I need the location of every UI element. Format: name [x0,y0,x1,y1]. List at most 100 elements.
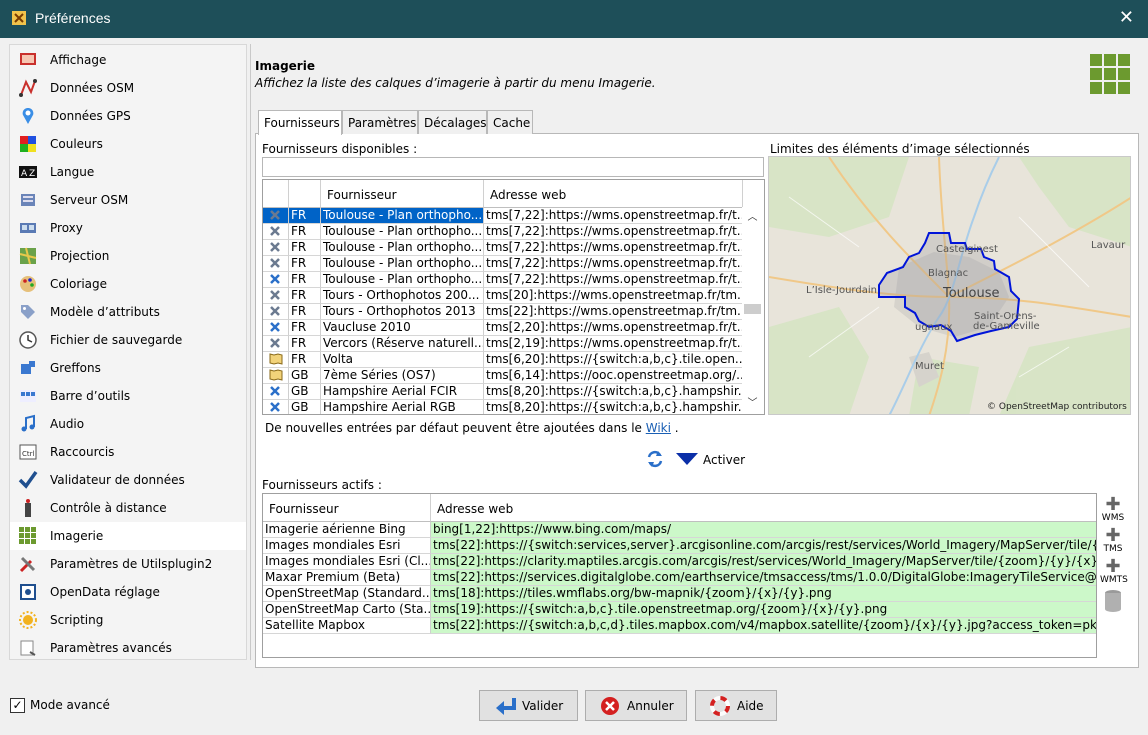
sidebar-item-raccourcis[interactable]: Ctrl Raccourcis [10,438,246,466]
cell-provider: Imagerie aérienne Bing [263,522,431,538]
sidebar-item-couleurs[interactable]: Couleurs [10,130,246,158]
column-header-icon[interactable] [263,180,289,208]
sidebar-item-opendata-r-glage[interactable]: OpenData réglage [10,578,246,606]
sidebar-item-audio[interactable]: Audio [10,410,246,438]
wms-cross-blue-icon [270,274,280,284]
column-header-provider[interactable]: Fournisseur [263,494,431,522]
bounds-map[interactable]: Castelginest Blagnac Toulouse L’Isle-Jou… [768,156,1131,415]
projection-icon [19,247,37,265]
sidebar-item-label: Paramètres de Utilsplugin2 [50,557,213,571]
sidebar-item-param-tres-de-utilsplugin2[interactable]: Paramètres de Utilsplugin2 [10,550,246,578]
wms-cross-icon [270,210,280,220]
cell-provider: Toulouse - Plan orthopho... [321,224,484,240]
cell-url: tms[20]:https://wms.openstreetmap.fr/tm.… [484,288,743,304]
wms-cross-icon [270,338,280,348]
cell-provider: OpenStreetMap (Standard... [263,586,431,602]
delete-trash-icon[interactable] [1104,589,1122,613]
sidebar-item-label: Couleurs [50,137,103,151]
cell-provider: Tours - Orthophotos 2013 [321,304,484,320]
cell-country: FR [289,320,321,336]
refresh-icon[interactable] [645,449,665,469]
lifebuoy-help-icon [710,696,730,716]
wms-cross-icon [270,242,280,252]
sidebar-item-donn-es-gps[interactable]: Données GPS [10,102,246,130]
cell-url: tms[8,20]:https://{switch:a,b,c}.hampshi… [486,400,743,414]
scroll-thumb[interactable] [744,304,761,314]
add-wms-button[interactable]: ✚ WMS [1100,496,1126,527]
cell-url: tms[19]:https://{switch:a,b,c}.tile.open… [431,602,1096,618]
cell-provider: Toulouse - Plan orthopho... [321,208,484,224]
cell-url: tms[7,22]:https://wms.openstreetmap.fr/t… [484,224,743,240]
column-header-url[interactable]: Adresse web [484,180,743,208]
valider-button[interactable]: Valider [479,690,578,721]
advanced-mode-checkbox[interactable]: ✓ Mode avancé [10,697,120,715]
available-scrollbar[interactable]: ︿ ﹀ [742,207,763,414]
keyboard-shortcut-icon: Ctrl [19,444,37,460]
sidebar-item-fichier-de-sauvegarde[interactable]: Fichier de sauvegarde [10,326,246,354]
column-header-country[interactable] [289,180,321,208]
sidebar-item-projection[interactable]: Projection [10,242,246,270]
sidebar-item-label: Serveur OSM [50,193,129,207]
sidebar-item-label: Greffons [50,361,101,375]
sidebar-item-greffons[interactable]: Greffons [10,354,246,382]
sidebar-item-validateur-de-donn-es[interactable]: Validateur de données [10,466,246,494]
scroll-up-icon[interactable]: ︿ [742,211,763,225]
map-place-muret: Muret [915,361,944,372]
sidebar-item-affichage[interactable]: Affichage [10,46,246,74]
sidebar-item-donn-es-osm[interactable]: Données OSM [10,74,246,102]
sidebar-item-param-tres-avanc-s[interactable]: Paramètres avancés [10,634,246,662]
annuler-button[interactable]: Annuler [585,690,687,721]
column-header-provider[interactable]: Fournisseur [321,180,484,208]
map-attribution: © OpenStreetMap contributors [987,402,1127,412]
sidebar-item-contr-le-distance[interactable]: Contrôle à distance [10,494,246,522]
tab-cache[interactable]: Cache [487,110,533,134]
cell-url: tms[22]:https://clarity.maptiles.arcgis.… [431,554,1097,570]
sidebar-item-imagerie[interactable]: Imagerie [10,522,246,550]
cell-url: tms[2,20]:https://wms.openstreetmap.fr/t… [484,320,743,336]
cell-provider: 7ème Séries (OS7) [321,368,484,384]
cell-country: FR [289,336,321,352]
aide-button[interactable]: Aide [695,690,777,721]
cell-url: tms[2,19]:https://wms.openstreetmap.fr/t… [484,336,743,352]
add-tms-button[interactable]: ✚ TMS [1100,527,1126,558]
checkmark-icon [18,470,38,489]
sidebar-item-barre-d-outils[interactable]: Barre d’outils [10,382,246,410]
sidebar-item-langue[interactable]: A Z Langue [10,158,246,186]
sidebar-item-label: Coloriage [50,277,108,291]
cell-url: tms[6,20]:https://{switch:a,b,c}.tile.op… [484,352,743,368]
cell-url: tms[22]:https://wms.openstreetmap.fr/tm.… [484,304,743,320]
cell-country: FR [289,304,321,320]
close-icon[interactable]: ✕ [1119,8,1134,28]
provider-filter-input[interactable] [262,157,764,177]
tab-parametres[interactable]: Paramètres [342,110,418,134]
map-place-lavaur: Lavaur [1091,240,1126,251]
activate-button[interactable]: Activer [676,450,756,468]
add-wmts-button[interactable]: ✚ WMTS [1100,558,1128,589]
sidebar-item-label: Contrôle à distance [50,501,167,515]
cell-country: FR [289,256,321,272]
map-label: Limites des éléments d’image sélectionné… [770,142,1030,156]
column-header-url[interactable]: Adresse web [431,494,1096,522]
sidebar-item-label: Données OSM [50,81,135,95]
page-title: Imagerie [255,59,315,73]
sidebar-item-proxy[interactable]: Proxy [10,214,246,242]
sidebar-item-serveur-osm[interactable]: Serveur OSM [10,186,246,214]
sidebar-item-label: Scripting [50,613,104,627]
backup-clock-icon [19,331,37,349]
sidebar-item-label: Barre d’outils [50,389,131,403]
checkbox-check-icon[interactable]: ✓ [10,698,25,713]
cell-provider: Volta [321,352,484,368]
tab-decalages[interactable]: Décalages [418,110,487,134]
cell-country: FR [289,240,321,256]
sidebar-item-mod-le-d-attributs[interactable]: Modèle d’attributs [10,298,246,326]
sidebar-item-scripting[interactable]: Scripting [10,606,246,634]
tab-fournisseurs[interactable]: Fournisseurs [258,110,342,135]
available-providers-label: Fournisseurs disponibles : [262,142,418,156]
wiki-link[interactable]: Wiki [646,421,671,435]
cell-url: tms[7,22]:https://wms.openstreetmap.fr/t… [484,240,743,256]
wms-cross-icon [270,306,280,316]
sidebar-item-coloriage[interactable]: Coloriage [10,270,246,298]
cell-url: tms[6,14]:https://ooc.openstreetmap.org/… [484,368,743,384]
scroll-down-icon[interactable]: ﹀ [742,397,763,411]
opendata-icon [20,584,36,600]
